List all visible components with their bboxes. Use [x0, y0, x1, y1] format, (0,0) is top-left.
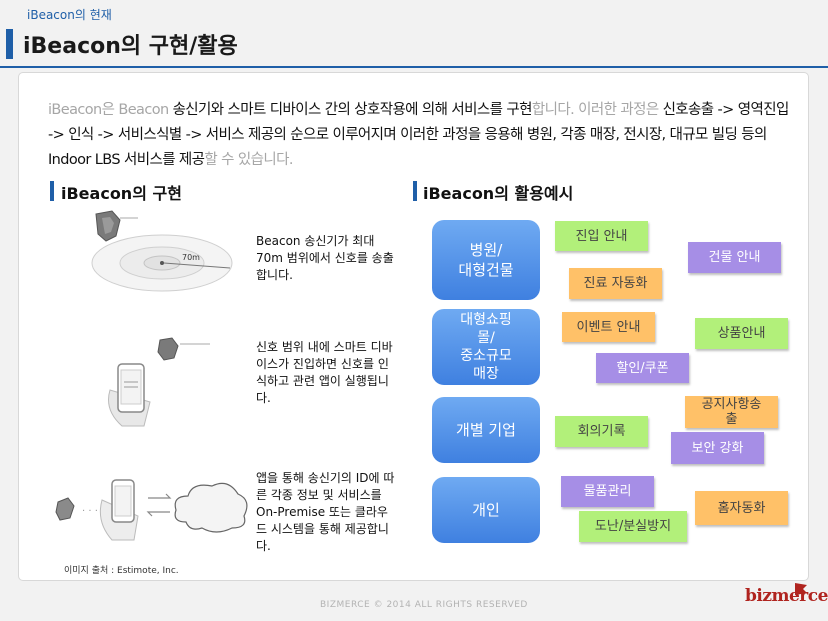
- tag-home-automation: 홈자동화: [695, 491, 788, 525]
- tag-product-guide: 상품안내: [695, 318, 788, 349]
- beacon-device-icon: [157, 337, 179, 361]
- tag-entry-guide: 진입 안내: [555, 221, 648, 251]
- sync-arrows-icon: [146, 493, 172, 517]
- logo-wordmark: bizmerce: [745, 586, 828, 606]
- intro-part-3: 합니다. 이러한 과정은: [531, 102, 659, 118]
- range-label: 70m: [182, 253, 200, 262]
- implementation-heading: iBeacon의 구현: [61, 184, 182, 203]
- category-hospital-label: 병원/ 대형건물: [458, 241, 514, 279]
- implementation-step-1: Beacon 송신기가 최대 70m 범위에서 신호를 송출합니다.: [256, 234, 394, 282]
- usage-heading-bar: [413, 181, 417, 201]
- category-personal-label: 개인: [472, 501, 500, 519]
- cloud-service-illustration: · · ·: [55, 479, 248, 541]
- intro-part-5: 할 수 있습니다.: [204, 152, 293, 168]
- beacon-device-icon: [55, 497, 75, 521]
- cloud-icon: [174, 482, 248, 533]
- section-supertitle: iBeacon의 현재: [27, 8, 112, 22]
- intro-paragraph: iBeacon은 Beacon 송신기와 스마트 디바이스 간의 상호작용에 의…: [48, 98, 790, 173]
- bizmerce-logo: bizmerce: [745, 583, 828, 606]
- implementation-heading-bar: [50, 181, 54, 201]
- category-enterprise: 개별 기업: [432, 397, 540, 463]
- title-accent-bar: [6, 29, 13, 59]
- implementation-step-2: 신호 범위 내에 스마트 디바이스가 진입하면 신호를 인식하고 관련 앱이 실…: [256, 340, 393, 405]
- device-entry-illustration: [108, 337, 210, 427]
- title-divider: [0, 66, 828, 68]
- category-shopping: 대형쇼핑 몰/ 중소규모 매장: [432, 309, 540, 385]
- tag-meeting-records: 회의기록: [555, 416, 648, 447]
- tag-building-guide: 건물 안내: [688, 242, 781, 273]
- tag-discount-coupon: 할인/쿠폰: [596, 353, 689, 383]
- intro-part-1: iBeacon은 Beacon: [48, 102, 169, 118]
- category-enterprise-label: 개별 기업: [456, 421, 516, 439]
- tag-treatment-automation: 진료 자동화: [569, 268, 662, 299]
- tag-item-management: 물품관리: [561, 476, 654, 507]
- tag-security: 보안 강화: [671, 432, 764, 464]
- footer-copyright: BIZMERCE © 2014 ALL RIGHTS RESERVED: [320, 600, 528, 610]
- category-shopping-label: 대형쇼핑 몰/ 중소규모 매장: [460, 312, 512, 382]
- image-credit: 이미지 출처 : Estimote, Inc.: [64, 566, 179, 576]
- svg-text:· · ·: · · ·: [82, 506, 98, 517]
- tag-theft-prevention: 도난/분실방지: [579, 511, 687, 542]
- implementation-step-3: 앱을 통해 송신기의 ID에 따른 각종 정보 및 서비스를 On-Premis…: [256, 471, 395, 553]
- page-title: iBeacon의 구현/활용: [23, 34, 238, 59]
- category-personal: 개인: [432, 477, 540, 543]
- tag-notice-broadcast: 공지사항송 출: [685, 396, 778, 428]
- usage-heading: iBeacon의 활용예시: [423, 184, 574, 203]
- logo-flag-icon: [795, 583, 807, 595]
- category-hospital: 병원/ 대형건물: [432, 220, 540, 300]
- beacon-range-illustration: 70m: [91, 210, 233, 292]
- intro-part-2: 송신기와 스마트 디바이스 간의 상호작용에 의해 서비스를 구현: [168, 102, 533, 118]
- tag-event-guide: 이벤트 안내: [562, 312, 655, 342]
